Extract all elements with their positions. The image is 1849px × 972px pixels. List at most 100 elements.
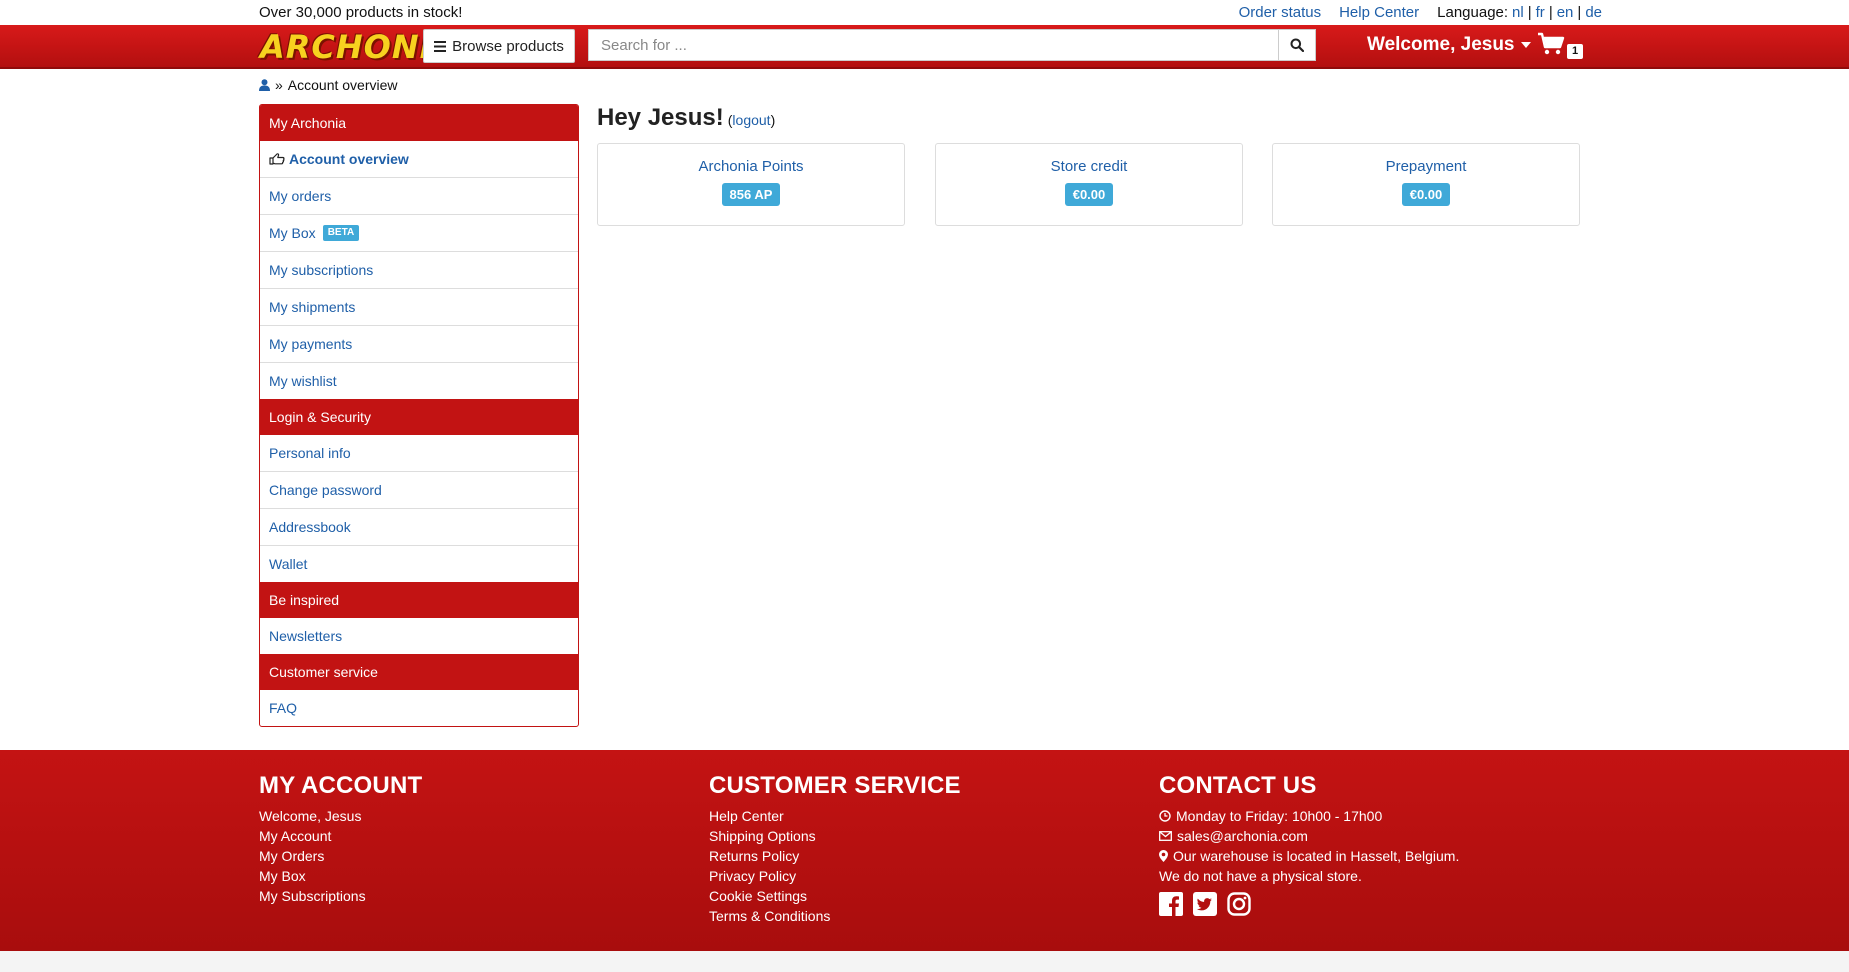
search-bar (588, 29, 1316, 61)
points-badge: 856 AP (721, 183, 781, 206)
footer-link-terms[interactable]: Terms & Conditions (709, 906, 961, 926)
footer-link-privacy-policy[interactable]: Privacy Policy (709, 866, 961, 886)
order-status-link[interactable]: Order status (1239, 4, 1322, 21)
language-selector: Language: nl | fr | en | de (1437, 4, 1602, 21)
sidebar-item-wallet[interactable]: Wallet (260, 545, 578, 582)
browse-products-button[interactable]: Browse products (423, 29, 575, 63)
main-header: ARCHONIA Browse products Welcome, Jesus (0, 25, 1849, 69)
cart-button[interactable]: 1 (1537, 32, 1584, 61)
card-title: Archonia Points (698, 158, 804, 175)
sidebar-item-account-overview[interactable]: Account overview (260, 141, 578, 177)
sidebar-section-customer-service: Customer service (260, 654, 578, 690)
welcome-label: Welcome, Jesus (1367, 34, 1515, 55)
site-footer: MY ACCOUNT Welcome, Jesus My Account My … (0, 750, 1849, 951)
footer-link-my-orders[interactable]: My Orders (259, 846, 422, 866)
contact-email[interactable]: sales@archonia.com (1159, 826, 1459, 846)
cart-count-badge: 1 (1567, 44, 1584, 59)
facebook-icon[interactable] (1159, 892, 1183, 921)
sidebar-section-login-security: Login & Security (260, 399, 578, 435)
contact-email-text: sales@archonia.com (1177, 828, 1308, 844)
twitter-icon[interactable] (1193, 892, 1217, 921)
search-button[interactable] (1278, 29, 1316, 61)
breadcrumb-current: Account overview (287, 77, 398, 93)
store-credit-badge: €0.00 (1064, 183, 1114, 206)
search-input[interactable] (588, 29, 1278, 61)
language-label: Language: (1437, 4, 1509, 21)
beta-badge: BETA (322, 225, 360, 241)
sidebar-item-personal-info[interactable]: Personal info (260, 435, 578, 471)
footer-link-my-subscriptions[interactable]: My Subscriptions (259, 886, 422, 906)
store-credit-card[interactable]: Store credit €0.00 (935, 143, 1243, 226)
browse-products-label: Browse products (452, 37, 564, 55)
search-icon (1290, 38, 1304, 52)
sidebar-item-change-password[interactable]: Change password (260, 471, 578, 508)
sidebar-section-my-archonia: My Archonia (260, 105, 578, 141)
footer-link-my-account[interactable]: My Account (259, 826, 422, 846)
sidebar-item-my-shipments[interactable]: My shipments (260, 288, 578, 325)
account-sidebar: My Archonia Account overview My orders M… (259, 104, 579, 727)
stock-message: Over 30,000 products in stock! (259, 4, 463, 21)
language-nl-link[interactable]: nl (1512, 4, 1524, 21)
contact-warehouse: Our warehouse is located in Hasselt, Bel… (1159, 846, 1459, 866)
sidebar-item-my-wishlist[interactable]: My wishlist (260, 362, 578, 399)
logout-link[interactable]: logout (732, 112, 770, 128)
clock-icon (1159, 810, 1171, 822)
sidebar-item-faq[interactable]: FAQ (260, 690, 578, 726)
language-separator: | (1577, 4, 1582, 21)
contact-no-store: We do not have a physical store. (1159, 868, 1362, 884)
sidebar-item-label: Account overview (289, 151, 409, 167)
prepayment-badge: €0.00 (1401, 183, 1451, 206)
contact-hours-text: Monday to Friday: 10h00 - 17h00 (1176, 808, 1383, 824)
footer-my-account-title: MY ACCOUNT (259, 772, 423, 799)
sidebar-item-my-orders[interactable]: My orders (260, 177, 578, 214)
footer-link-returns-policy[interactable]: Returns Policy (709, 846, 961, 866)
footer-contact: CONTACT US Monday to Friday: 10h00 - 17h… (1159, 772, 1459, 921)
footer-link-my-box[interactable]: My Box (259, 866, 422, 886)
user-icon[interactable] (259, 79, 270, 91)
footer-link-cookie-settings[interactable]: Cookie Settings (709, 886, 961, 906)
sidebar-item-my-payments[interactable]: My payments (260, 325, 578, 362)
footer-my-account: MY ACCOUNT Welcome, Jesus My Account My … (259, 772, 422, 906)
hamburger-icon (434, 40, 447, 52)
social-links (1159, 892, 1459, 921)
user-menu-toggle[interactable]: Welcome, Jesus (1367, 34, 1531, 56)
caret-down-icon (1520, 42, 1531, 48)
page-title: Hey Jesus! (597, 104, 724, 131)
language-en-link[interactable]: en (1557, 4, 1574, 21)
greeting: Hey Jesus! (logout) (597, 104, 775, 132)
instagram-icon[interactable] (1227, 892, 1251, 921)
sidebar-section-be-inspired: Be inspired (260, 582, 578, 618)
footer-contact-title: CONTACT US (1159, 772, 1317, 799)
footer-customer-service: CUSTOMER SERVICE Help Center Shipping Op… (709, 772, 961, 926)
top-strip: Over 30,000 products in stock! Order sta… (0, 0, 1849, 25)
footer-customer-service-title: CUSTOMER SERVICE (709, 772, 961, 799)
breadcrumb-separator: » (275, 77, 283, 93)
breadcrumb: » Account overview (259, 77, 398, 93)
footer-link-shipping-options[interactable]: Shipping Options (709, 826, 961, 846)
logout-paren-close: ) (770, 112, 776, 128)
footer-bottom-bar (0, 951, 1849, 972)
contact-warehouse-text: Our warehouse is located in Hasselt, Bel… (1173, 848, 1460, 864)
prepayment-card[interactable]: Prepayment €0.00 (1272, 143, 1580, 226)
archonia-points-card[interactable]: Archonia Points 856 AP (597, 143, 905, 226)
language-separator: | (1548, 4, 1553, 21)
logout-wrapper: (logout) (728, 112, 776, 128)
sidebar-item-addressbook[interactable]: Addressbook (260, 508, 578, 545)
card-title: Prepayment (1385, 158, 1467, 175)
sidebar-item-my-subscriptions[interactable]: My subscriptions (260, 251, 578, 288)
envelope-icon (1159, 831, 1172, 841)
help-center-link[interactable]: Help Center (1339, 4, 1419, 21)
sidebar-item-newsletters[interactable]: Newsletters (260, 618, 578, 654)
footer-link-welcome[interactable]: Welcome, Jesus (259, 806, 422, 826)
language-separator: | (1527, 4, 1532, 21)
language-de-link[interactable]: de (1585, 4, 1602, 21)
sidebar-item-my-box[interactable]: My Box BETA (260, 214, 578, 251)
footer-link-help-center[interactable]: Help Center (709, 806, 961, 826)
shopping-cart-icon (1538, 32, 1565, 55)
map-marker-icon (1159, 850, 1168, 862)
language-fr-link[interactable]: fr (1536, 4, 1545, 21)
card-title: Store credit (1050, 158, 1128, 175)
contact-hours: Monday to Friday: 10h00 - 17h00 (1159, 806, 1459, 826)
hand-pointer-icon (269, 153, 285, 165)
top-links: Order status Help Center Language: nl | … (1239, 4, 1602, 21)
